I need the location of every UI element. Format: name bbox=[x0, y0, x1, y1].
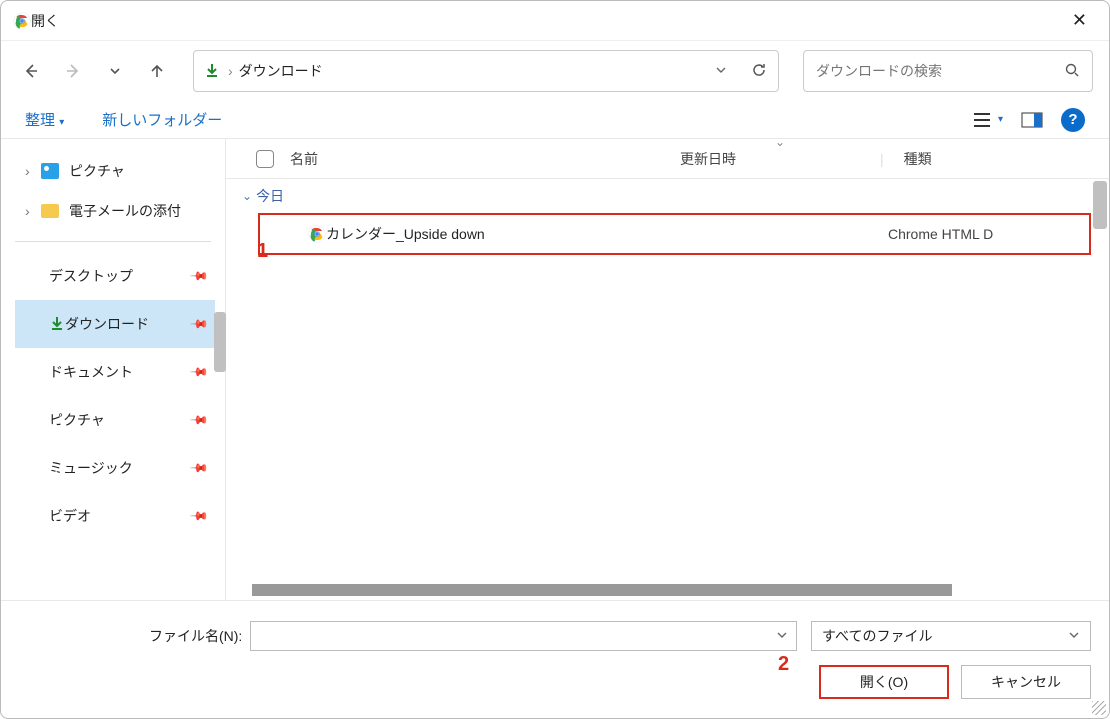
sidebar-scrollbar[interactable] bbox=[214, 312, 226, 372]
column-headers: 名前 更新日時⌄ | 種類 bbox=[226, 139, 1109, 179]
preview-pane-button[interactable] bbox=[1021, 112, 1043, 128]
sidebar-item-desktop[interactable]: デスクトップ 📌 bbox=[15, 252, 215, 300]
cancel-button[interactable]: キャンセル bbox=[961, 665, 1091, 699]
sidebar-item-label: ダウンロード bbox=[65, 314, 149, 334]
pin-icon: 📌 bbox=[189, 506, 209, 526]
body: › ピクチャ › 電子メールの添付 デスクトップ 📌 ダウンロード bbox=[1, 139, 1109, 600]
filename-input[interactable] bbox=[250, 621, 797, 651]
navbar: › ダウンロード bbox=[1, 41, 1109, 101]
filename-label: ファイル名(N): bbox=[149, 626, 242, 646]
filetype-dropdown-icon[interactable] bbox=[1068, 628, 1080, 644]
sidebar-item-music[interactable]: ミュージック 📌 bbox=[15, 444, 215, 492]
file-row[interactable]: カレンダー_Upside down Chrome HTML D bbox=[258, 213, 1091, 255]
pin-icon: 📌 bbox=[189, 362, 209, 382]
sidebar-item-label: ドキュメント bbox=[49, 362, 133, 382]
sidebar-item-videos[interactable]: ビデオ 📌 bbox=[15, 492, 215, 540]
expand-icon[interactable]: › bbox=[25, 203, 39, 219]
download-folder-icon bbox=[204, 62, 220, 81]
horizontal-scrollbar[interactable] bbox=[252, 584, 952, 596]
sidebar-item-documents[interactable]: ドキュメント 📌 bbox=[15, 348, 215, 396]
footer: ファイル名(N): すべてのファイル 開く(O) キャンセル bbox=[1, 600, 1109, 718]
sidebar: › ピクチャ › 電子メールの添付 デスクトップ 📌 ダウンロード bbox=[1, 139, 226, 600]
window-title: 開く bbox=[31, 11, 59, 31]
file-name: カレンダー_Upside down bbox=[326, 224, 688, 244]
expand-icon[interactable]: › bbox=[25, 163, 39, 179]
search-box[interactable] bbox=[803, 50, 1093, 92]
pin-icon: 📌 bbox=[189, 458, 209, 478]
pin-icon: 📌 bbox=[189, 266, 209, 286]
column-header-type[interactable]: 種類 bbox=[904, 149, 932, 169]
pin-icon: 📌 bbox=[189, 410, 209, 430]
new-folder-button[interactable]: 新しいフォルダー bbox=[102, 109, 222, 130]
sidebar-item-downloads[interactable]: ダウンロード 📌 bbox=[15, 300, 215, 348]
nav-forward-button[interactable] bbox=[59, 57, 87, 85]
nav-up-button[interactable] bbox=[143, 57, 171, 85]
sidebar-item-label: 電子メールの添付 bbox=[69, 201, 181, 221]
file-type: Chrome HTML D bbox=[888, 226, 993, 242]
sidebar-item-email-attachments[interactable]: › 電子メールの添付 bbox=[15, 191, 225, 231]
organize-button[interactable]: 整理 ▾ bbox=[25, 109, 64, 130]
help-button[interactable]: ? bbox=[1061, 108, 1085, 132]
search-icon[interactable] bbox=[1064, 62, 1080, 81]
sidebar-item-label: ピクチャ bbox=[69, 161, 125, 181]
open-dialog: 開く ✕ › ダウンロード 整理 ▾ 新しいフォルダー ▾ ? › bbox=[0, 0, 1110, 719]
select-all-checkbox[interactable] bbox=[256, 150, 274, 168]
resize-grip[interactable] bbox=[1092, 701, 1106, 715]
nav-back-button[interactable] bbox=[17, 57, 45, 85]
pin-icon: 📌 bbox=[189, 314, 209, 334]
column-header-date[interactable]: 更新日時⌄ bbox=[680, 149, 880, 169]
breadcrumb-separator: › bbox=[228, 63, 233, 79]
path-dropdown-button[interactable] bbox=[714, 63, 728, 80]
pictures-icon bbox=[41, 163, 59, 179]
chrome-icon bbox=[13, 12, 31, 30]
sidebar-item-label: ピクチャ bbox=[49, 410, 105, 430]
view-mode-button[interactable]: ▾ bbox=[972, 112, 1003, 128]
nav-history-button[interactable] bbox=[101, 57, 129, 85]
sidebar-item-label: ミュージック bbox=[49, 458, 133, 478]
close-button[interactable]: ✕ bbox=[1062, 6, 1097, 35]
file-list: 名前 更新日時⌄ | 種類 ⌄ 今日 カレンダー_Upside down Chr… bbox=[226, 139, 1109, 600]
titlebar: 開く ✕ bbox=[1, 1, 1109, 41]
search-input[interactable] bbox=[816, 63, 1064, 79]
address-bar[interactable]: › ダウンロード bbox=[193, 50, 779, 92]
divider bbox=[15, 241, 211, 242]
toolbar: 整理 ▾ 新しいフォルダー ▾ ? bbox=[1, 101, 1109, 139]
vertical-scrollbar[interactable] bbox=[1093, 181, 1107, 229]
sidebar-item-label: デスクトップ bbox=[49, 266, 133, 286]
open-button[interactable]: 開く(O) bbox=[819, 665, 949, 699]
sort-icon: ⌄ bbox=[775, 139, 785, 149]
collapse-icon[interactable]: ⌄ bbox=[242, 189, 252, 203]
sidebar-item-pictures[interactable]: › ピクチャ bbox=[15, 151, 225, 191]
refresh-button[interactable] bbox=[750, 61, 768, 82]
filename-dropdown-icon[interactable] bbox=[776, 628, 788, 644]
downloads-icon bbox=[49, 315, 65, 334]
column-header-name[interactable]: 名前 bbox=[290, 149, 680, 169]
group-header-today[interactable]: ⌄ 今日 bbox=[226, 179, 1109, 213]
breadcrumb-current[interactable]: ダウンロード bbox=[239, 61, 702, 81]
sidebar-item-pictures-quick[interactable]: ピクチャ 📌 bbox=[15, 396, 215, 444]
chrome-file-icon bbox=[308, 225, 326, 243]
group-label: 今日 bbox=[256, 186, 284, 206]
filetype-select[interactable]: すべてのファイル bbox=[811, 621, 1091, 651]
filetype-value: すべてのファイル bbox=[822, 626, 932, 646]
folder-icon bbox=[41, 204, 59, 218]
